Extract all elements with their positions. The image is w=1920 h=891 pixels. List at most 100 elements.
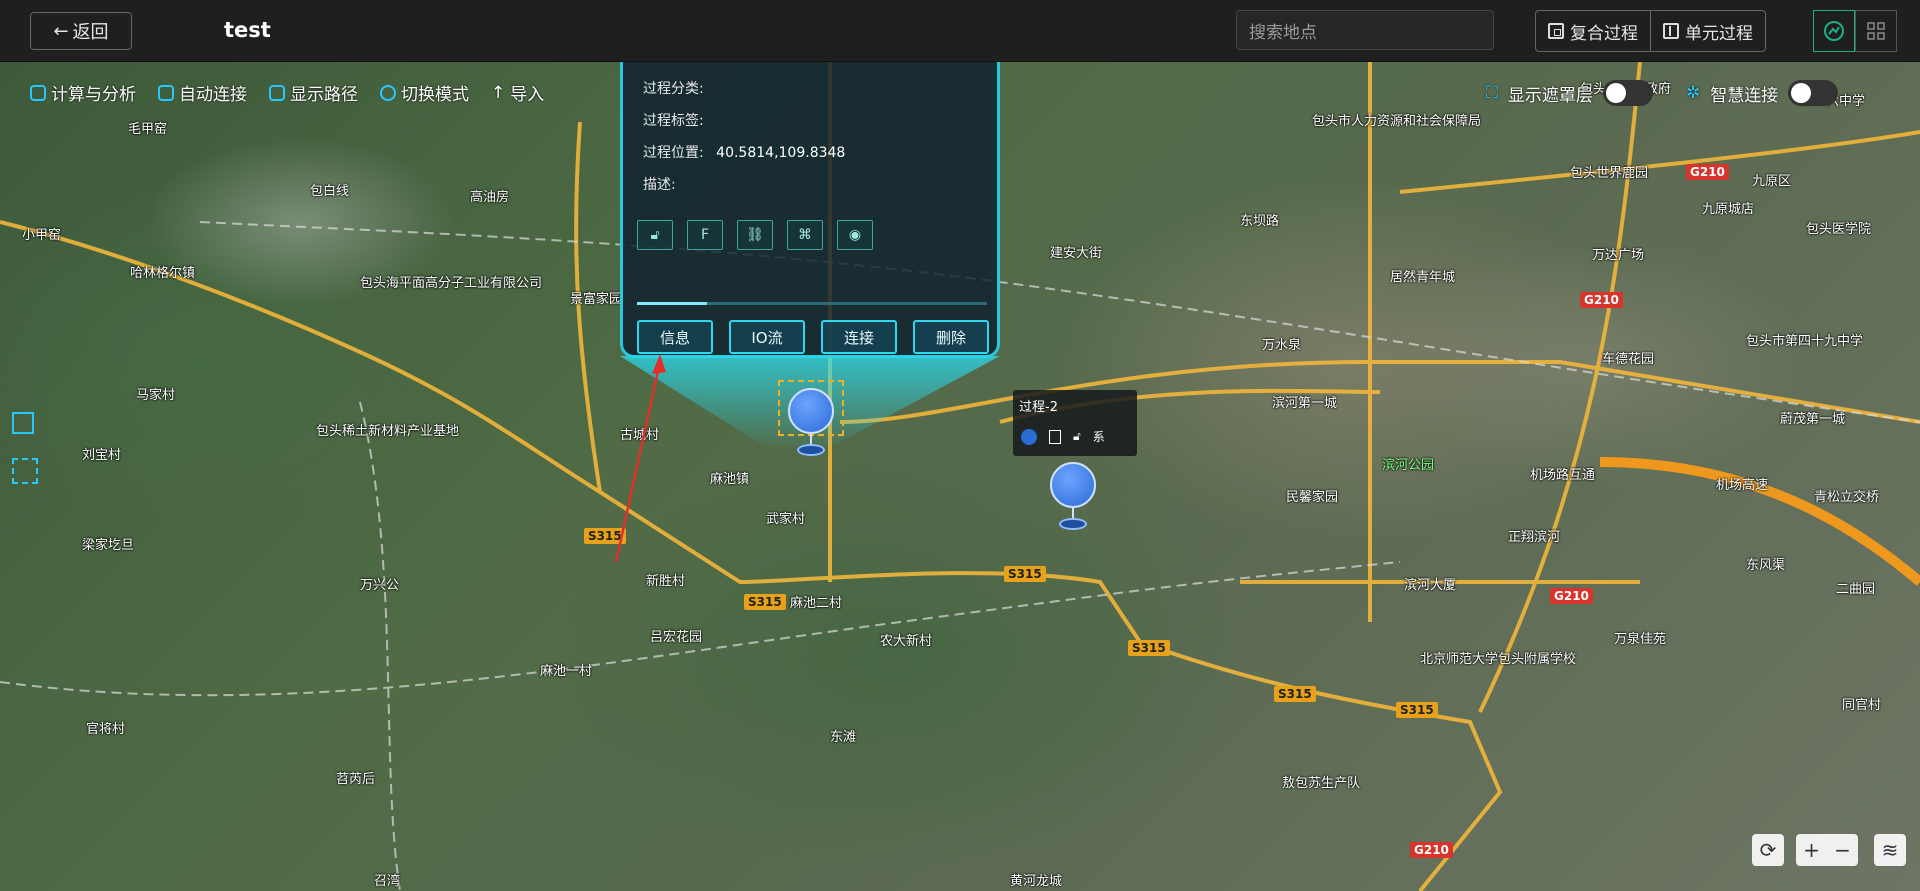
map-label: 东坝路 xyxy=(1240,214,1280,229)
map-label: 哈林格尔镇 xyxy=(130,266,196,281)
road-shield: G210 xyxy=(1410,842,1453,858)
map-label: 包头海平面高分子工业有限公司 xyxy=(360,276,543,291)
map-label: 滨河第一城 xyxy=(1272,396,1338,411)
process-tooltip: 过程-2 🔓︎ 系 xyxy=(1013,390,1137,456)
system-label[interactable]: 系 xyxy=(1093,428,1105,445)
map-label: 万泉佳苑 xyxy=(1614,632,1667,647)
unit-icon[interactable] xyxy=(1049,429,1061,444)
import-label: 导入 xyxy=(510,85,545,105)
map-label: 同官村 xyxy=(1842,698,1882,713)
map-label: 万兴公 xyxy=(360,578,400,593)
connect-button[interactable]: 连接 xyxy=(821,320,897,354)
auto-connect-label: 自动连接 xyxy=(179,85,247,105)
show-path-label: 显示路径 xyxy=(290,85,358,105)
map-view-button[interactable] xyxy=(1813,10,1855,52)
unit-process-label: 单元过程 xyxy=(1685,23,1753,44)
map-label: 青松立交桥 xyxy=(1814,490,1880,505)
map-label: 官将村 xyxy=(86,722,126,737)
grid-view-button[interactable] xyxy=(1855,10,1897,52)
road-shield: G210 xyxy=(1580,292,1623,308)
map-label: 居然青年城 xyxy=(1390,270,1456,285)
zoom-in-icon[interactable]: + xyxy=(1803,838,1820,862)
map-label: 刘宝村 xyxy=(82,448,122,463)
map-label: 农大新村 xyxy=(880,634,933,649)
import-tool[interactable]: ↑ 导入 xyxy=(491,80,545,106)
top-bar: ← 返回 test 搜索地点 复合过程 单元过程 xyxy=(0,0,1920,62)
composite-process-label: 复合过程 xyxy=(1570,23,1638,44)
eye-button[interactable]: ◉ xyxy=(837,220,873,250)
map-label: 马家村 xyxy=(136,388,176,403)
map-label: 包头世界鹿园 xyxy=(1570,166,1649,181)
map-label: 吕宏花园 xyxy=(650,630,703,645)
process-marker-2[interactable] xyxy=(1050,462,1096,528)
position-value: 40.5814,109.8348 xyxy=(716,145,846,161)
io-flow-button[interactable]: IO流 xyxy=(729,320,805,354)
panel-progress xyxy=(637,302,987,305)
switch-mode-tool[interactable]: 切换模式 xyxy=(380,80,469,105)
hierarchy-button[interactable]: ⌘ xyxy=(787,220,823,250)
smart-connect-switch[interactable] xyxy=(1788,80,1839,106)
analysis-tool[interactable]: 计算与分析 xyxy=(30,80,136,105)
composite-process-icon xyxy=(1548,23,1564,39)
process-marker-1[interactable] xyxy=(788,388,834,454)
unlock-icon[interactable]: 🔓︎ xyxy=(1073,429,1081,444)
search-input[interactable]: 搜索地点 xyxy=(1236,10,1494,50)
side-layer-icon[interactable] xyxy=(12,412,34,434)
layers-button[interactable]: ≋ xyxy=(1874,834,1906,866)
map-view-icon xyxy=(1824,21,1844,41)
lock-icon: 🔓︎ xyxy=(650,227,660,243)
map-label: 景富家园 xyxy=(570,292,623,307)
composite-process-button[interactable]: 复合过程 xyxy=(1536,11,1650,51)
map-label: 机场高速 xyxy=(1716,478,1769,493)
page-title: test xyxy=(224,18,271,42)
hierarchy-icon: ⌘ xyxy=(798,227,812,243)
refresh-button[interactable]: ⟳ xyxy=(1752,834,1784,866)
f-button[interactable]: F xyxy=(687,220,723,250)
link-icon: ⛓ xyxy=(746,227,764,243)
fullscreen-icon[interactable] xyxy=(12,458,38,484)
refresh-icon: ⟳ xyxy=(1759,838,1777,862)
satellite-map[interactable]: 包头市人力资源和社会保障局 包头世界鹿园 九原区 九原城店 万达广场 居然青年城… xyxy=(0,62,1920,891)
link-button[interactable]: ⛓ xyxy=(737,220,773,250)
map-label: 民馨家园 xyxy=(1286,490,1339,505)
map-label: 包头市第四十九中学 xyxy=(1746,334,1864,349)
map-label: 高油房 xyxy=(470,190,510,205)
panel-actions: 信息 IO流 连接 删除 xyxy=(637,320,989,354)
map-label: 黄河龙城 xyxy=(1010,874,1063,889)
upload-icon: ↑ xyxy=(491,82,506,103)
map-label: 武家村 xyxy=(766,512,806,527)
back-button[interactable]: ← 返回 xyxy=(30,12,132,50)
unit-process-button[interactable]: 单元过程 xyxy=(1650,11,1765,51)
auto-connect-tool[interactable]: 自动连接 xyxy=(158,80,247,105)
zoom-out-icon[interactable]: − xyxy=(1834,838,1851,862)
map-label: 滨河公园 xyxy=(1382,458,1435,473)
tag-label: 过程标签: xyxy=(643,113,704,129)
road-shield: S315 xyxy=(1396,702,1438,718)
map-label: 包白线 xyxy=(310,184,350,199)
process-badge-icon[interactable] xyxy=(1021,428,1037,445)
back-label: 返回 xyxy=(72,22,109,43)
lock-button[interactable]: 🔓︎ xyxy=(637,220,673,250)
map-label: 苕芮后 xyxy=(336,772,376,787)
map-label: 二曲园 xyxy=(1836,582,1876,597)
eye-icon: ◉ xyxy=(848,227,862,243)
mask-layer-switch[interactable] xyxy=(1602,80,1653,106)
position-label: 过程位置: xyxy=(643,145,704,161)
map-label: 包头医学院 xyxy=(1806,222,1872,237)
smart-connect-icon: ✲ xyxy=(1686,83,1701,103)
layers-icon: ≋ xyxy=(1881,838,1899,862)
map-label: 九原城店 xyxy=(1702,202,1755,217)
map-label: 滨河大厦 xyxy=(1404,578,1457,593)
map-label: 麻池二村 xyxy=(790,596,843,611)
map-label: 机场路互通 xyxy=(1530,468,1596,483)
delete-button[interactable]: 删除 xyxy=(913,320,989,354)
map-label: 包头稀土新材料产业基地 xyxy=(316,424,460,439)
map-label: 正翔滨河 xyxy=(1508,530,1561,545)
map-label: 万水泉 xyxy=(1262,338,1302,353)
show-path-tool[interactable]: 显示路径 xyxy=(269,80,358,105)
road-shield: G210 xyxy=(1686,164,1729,180)
switch-mode-label: 切换模式 xyxy=(401,85,469,105)
tooltip-title: 过程-2 xyxy=(1019,400,1058,415)
road-shield: S315 xyxy=(744,594,786,610)
analysis-label: 计算与分析 xyxy=(51,85,136,105)
